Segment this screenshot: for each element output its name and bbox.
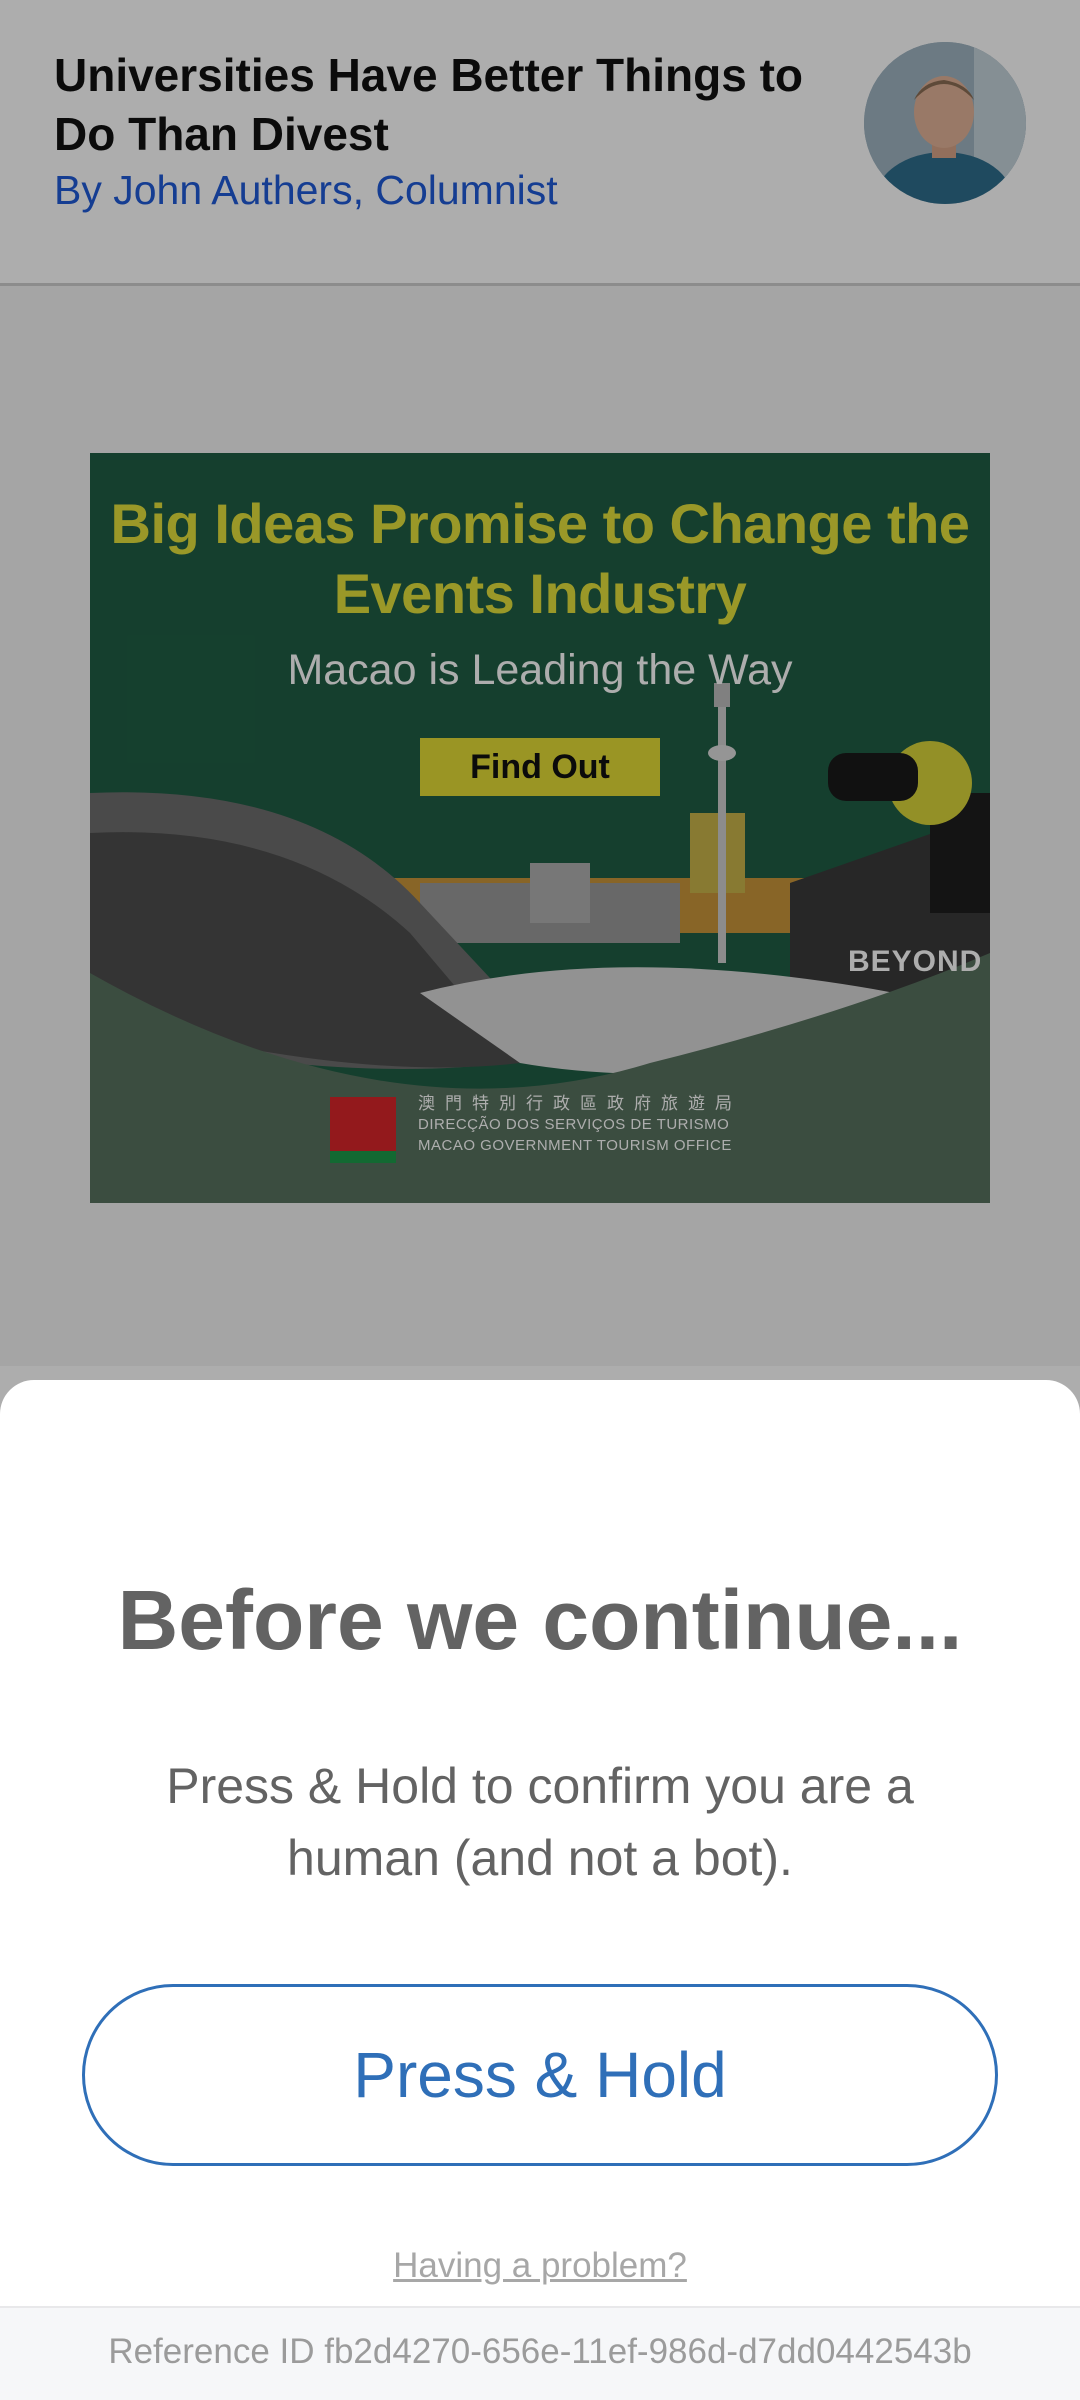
reference-id: Reference ID fb2d4270-656e-11ef-986d-d7d… [108, 2332, 972, 2371]
modal-message: Press & Hold to confirm you are a human … [166, 1758, 914, 1886]
having-a-problem-link[interactable]: Having a problem? [0, 2244, 1080, 2288]
reference-bar: Reference ID fb2d4270-656e-11ef-986d-d7d… [0, 2306, 1080, 2400]
bot-check-modal: Before we continue... Press & Hold to co… [0, 1380, 1080, 2400]
modal-title: Before we continue... [117, 1573, 963, 1667]
press-and-hold-button[interactable]: Press & Hold [82, 1984, 998, 2166]
